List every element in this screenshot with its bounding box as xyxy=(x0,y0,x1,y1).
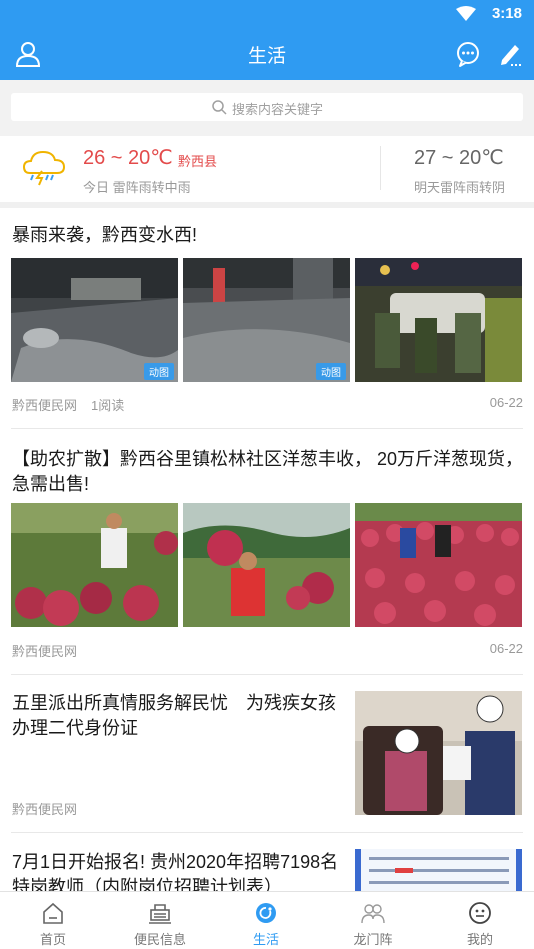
edit-icon[interactable] xyxy=(496,40,524,68)
search-bar: 搜索内容关键字 xyxy=(0,80,534,136)
community-icon xyxy=(361,904,385,924)
tab-label: 我的 xyxy=(466,932,493,947)
wifi-icon xyxy=(456,6,476,21)
tab-label: 龙门阵 xyxy=(353,932,393,947)
search-placeholder: 搜索内容关键字 xyxy=(232,102,324,117)
tab-home[interactable]: 首页 xyxy=(0,892,106,949)
section-divider xyxy=(0,202,534,208)
article-image[interactable]: 动图 xyxy=(11,258,178,382)
article-image[interactable] xyxy=(355,503,522,627)
search-input[interactable]: 搜索内容关键字 xyxy=(11,93,523,121)
article-date: 06-22 xyxy=(489,641,523,656)
tab-info[interactable]: 便民信息 xyxy=(107,892,213,949)
tab-label: 便民信息 xyxy=(133,932,186,947)
thunderstorm-icon xyxy=(22,150,66,186)
tab-me[interactable]: 我的 xyxy=(427,892,533,949)
tab-life[interactable]: 生活 xyxy=(213,892,319,949)
info-icon xyxy=(149,904,171,924)
today-weather-desc: 今日 雷阵雨转中雨 xyxy=(83,180,191,195)
app-header: 生活 xyxy=(0,28,534,80)
gif-badge: 动图 xyxy=(144,363,174,380)
article-image[interactable]: 动图 xyxy=(183,258,350,382)
status-time: 3:18 xyxy=(491,5,522,22)
article-image[interactable] xyxy=(183,503,350,627)
list-divider xyxy=(11,674,523,675)
article-source: 黔西便民网 xyxy=(12,802,78,817)
article-source: 黔西便民网 xyxy=(12,644,78,659)
weather-divider xyxy=(380,146,381,190)
tab-community[interactable]: 龙门阵 xyxy=(320,892,426,949)
gif-badge: 动图 xyxy=(316,363,346,380)
status-bar: 3:18 xyxy=(0,0,534,28)
tab-label: 生活 xyxy=(252,932,279,947)
article-title[interactable]: 五里派出所真情服务解民忧 为残疾女孩办理二代身份证 xyxy=(12,691,342,741)
article-title[interactable]: 【助农扩散】黔西谷里镇松林社区洋葱丰收， 20万斤洋葱现货，急需出售! xyxy=(12,447,524,497)
tab-label: 首页 xyxy=(39,932,66,947)
article-title[interactable]: 暴雨来袭，黔西变水西! xyxy=(12,223,524,248)
tomorrow-weather-desc: 明天雷阵雨转阴 xyxy=(414,180,506,195)
life-icon xyxy=(256,903,276,923)
article-meta: 黔西便民网 1阅读 xyxy=(12,395,124,414)
article-read-count: 1阅读 xyxy=(91,398,125,413)
me-icon xyxy=(469,902,491,924)
article-image[interactable] xyxy=(355,691,522,815)
bottom-tab-bar: 首页 便民信息 生活 龙门阵 我的 xyxy=(0,891,534,949)
today-temperature: 26 ~ 20℃ xyxy=(83,147,173,169)
list-divider xyxy=(11,428,523,429)
message-icon[interactable] xyxy=(454,40,482,68)
search-icon xyxy=(212,100,227,115)
article-image[interactable] xyxy=(355,849,522,891)
article-image[interactable] xyxy=(355,258,522,382)
tomorrow-temperature: 27 ~ 20℃ xyxy=(414,147,504,169)
article-image[interactable] xyxy=(11,503,178,627)
article-source: 黔西便民网 xyxy=(12,398,78,413)
weather-location: 黔西县 xyxy=(178,154,218,169)
list-divider xyxy=(11,832,523,833)
home-icon xyxy=(43,902,63,924)
weather-card[interactable]: 26 ~ 20℃ 黔西县 今日 雷阵雨转中雨 27 ~ 20℃ 明天雷阵雨转阴 xyxy=(0,136,534,202)
article-date: 06-22 xyxy=(489,395,523,410)
